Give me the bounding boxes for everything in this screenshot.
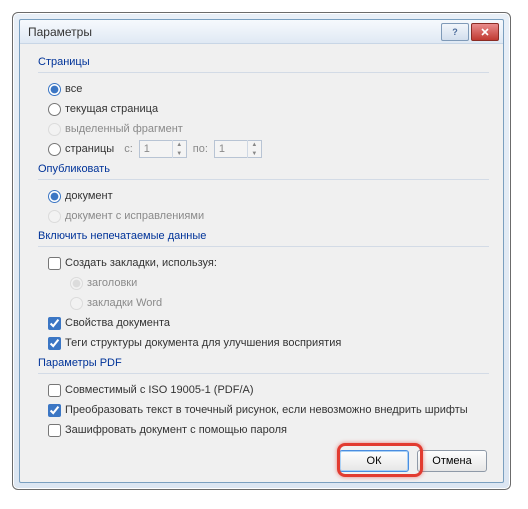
spinner-down-icon[interactable]: ▼	[173, 149, 186, 158]
check-props-row[interactable]: Свойства документа	[48, 313, 489, 333]
radio-range-row[interactable]: страницы с: 1 ▲▼ по: 1 ▲▼	[48, 139, 489, 159]
range-from-spinner[interactable]: 1 ▲▼	[139, 140, 187, 158]
radio-document[interactable]	[48, 190, 61, 203]
window-title: Параметры	[28, 25, 441, 39]
radio-all-pages-label: все	[65, 83, 82, 95]
spinner-down-icon[interactable]: ▼	[248, 149, 261, 158]
check-props[interactable]	[48, 317, 61, 330]
radio-word-bookmarks-row: закладки Word	[70, 293, 489, 313]
range-from-label: с:	[124, 143, 133, 155]
radio-markup	[48, 210, 61, 223]
radio-all-pages[interactable]	[48, 83, 61, 96]
radio-headings-label: заголовки	[87, 277, 137, 289]
radio-markup-row: документ с исправлениями	[48, 206, 489, 226]
radio-current-page-label: текущая страница	[65, 103, 158, 115]
check-encrypt-row[interactable]: Зашифровать документ с помощью пароля	[48, 420, 489, 440]
ok-button[interactable]: ОК	[339, 450, 409, 472]
radio-word-bookmarks	[70, 297, 83, 310]
radio-selection-row: выделенный фрагмент	[48, 119, 489, 139]
spinner-up-icon[interactable]: ▲	[173, 140, 186, 149]
options-dialog: Параметры ? Страницы все текущая страниц…	[19, 19, 504, 483]
check-bookmarks-label: Создать закладки, используя:	[65, 257, 217, 269]
check-encrypt-label: Зашифровать документ с помощью пароля	[65, 424, 287, 436]
check-props-label: Свойства документа	[65, 317, 170, 329]
group-publish-label: Опубликовать	[38, 163, 489, 175]
radio-headings-row: заголовки	[70, 273, 489, 293]
close-button[interactable]	[471, 23, 499, 41]
radio-headings	[70, 277, 83, 290]
check-encrypt[interactable]	[48, 424, 61, 437]
radio-range-label: страницы	[65, 143, 114, 155]
radio-current-page-row[interactable]: текущая страница	[48, 99, 489, 119]
radio-current-page[interactable]	[48, 103, 61, 116]
check-bookmarks-row[interactable]: Создать закладки, используя:	[48, 253, 489, 273]
range-to-value: 1	[215, 143, 247, 155]
radio-range[interactable]	[48, 143, 61, 156]
check-tags[interactable]	[48, 337, 61, 350]
check-iso-row[interactable]: Совместимый с ISO 19005-1 (PDF/A)	[48, 380, 489, 400]
spinner-up-icon[interactable]: ▲	[248, 140, 261, 149]
radio-document-label: документ	[65, 190, 113, 202]
check-tags-row[interactable]: Теги структуры документа для улучшения в…	[48, 333, 489, 353]
check-bitmap-row[interactable]: Преобразовать текст в точечный рисунок, …	[48, 400, 489, 420]
radio-markup-label: документ с исправлениями	[65, 210, 204, 222]
radio-selection-label: выделенный фрагмент	[65, 123, 183, 135]
radio-selection	[48, 123, 61, 136]
radio-document-row[interactable]: документ	[48, 186, 489, 206]
titlebar: Параметры ?	[20, 20, 503, 44]
check-iso[interactable]	[48, 384, 61, 397]
group-pages-label: Страницы	[38, 56, 489, 68]
radio-word-bookmarks-label: закладки Word	[87, 297, 162, 309]
help-button[interactable]: ?	[441, 23, 469, 41]
svg-text:?: ?	[452, 27, 458, 37]
check-bitmap[interactable]	[48, 404, 61, 417]
group-pdf-label: Параметры PDF	[38, 357, 489, 369]
check-tags-label: Теги структуры документа для улучшения в…	[65, 337, 341, 349]
check-bitmap-label: Преобразовать текст в точечный рисунок, …	[65, 404, 468, 416]
range-from-value: 1	[140, 143, 172, 155]
check-bookmarks[interactable]	[48, 257, 61, 270]
radio-all-pages-row[interactable]: все	[48, 79, 489, 99]
range-to-label: по:	[193, 143, 208, 155]
cancel-button[interactable]: Отмена	[417, 450, 487, 472]
group-nonprint-label: Включить непечатаемые данные	[38, 230, 489, 242]
check-iso-label: Совместимый с ISO 19005-1 (PDF/A)	[65, 384, 254, 396]
range-to-spinner[interactable]: 1 ▲▼	[214, 140, 262, 158]
